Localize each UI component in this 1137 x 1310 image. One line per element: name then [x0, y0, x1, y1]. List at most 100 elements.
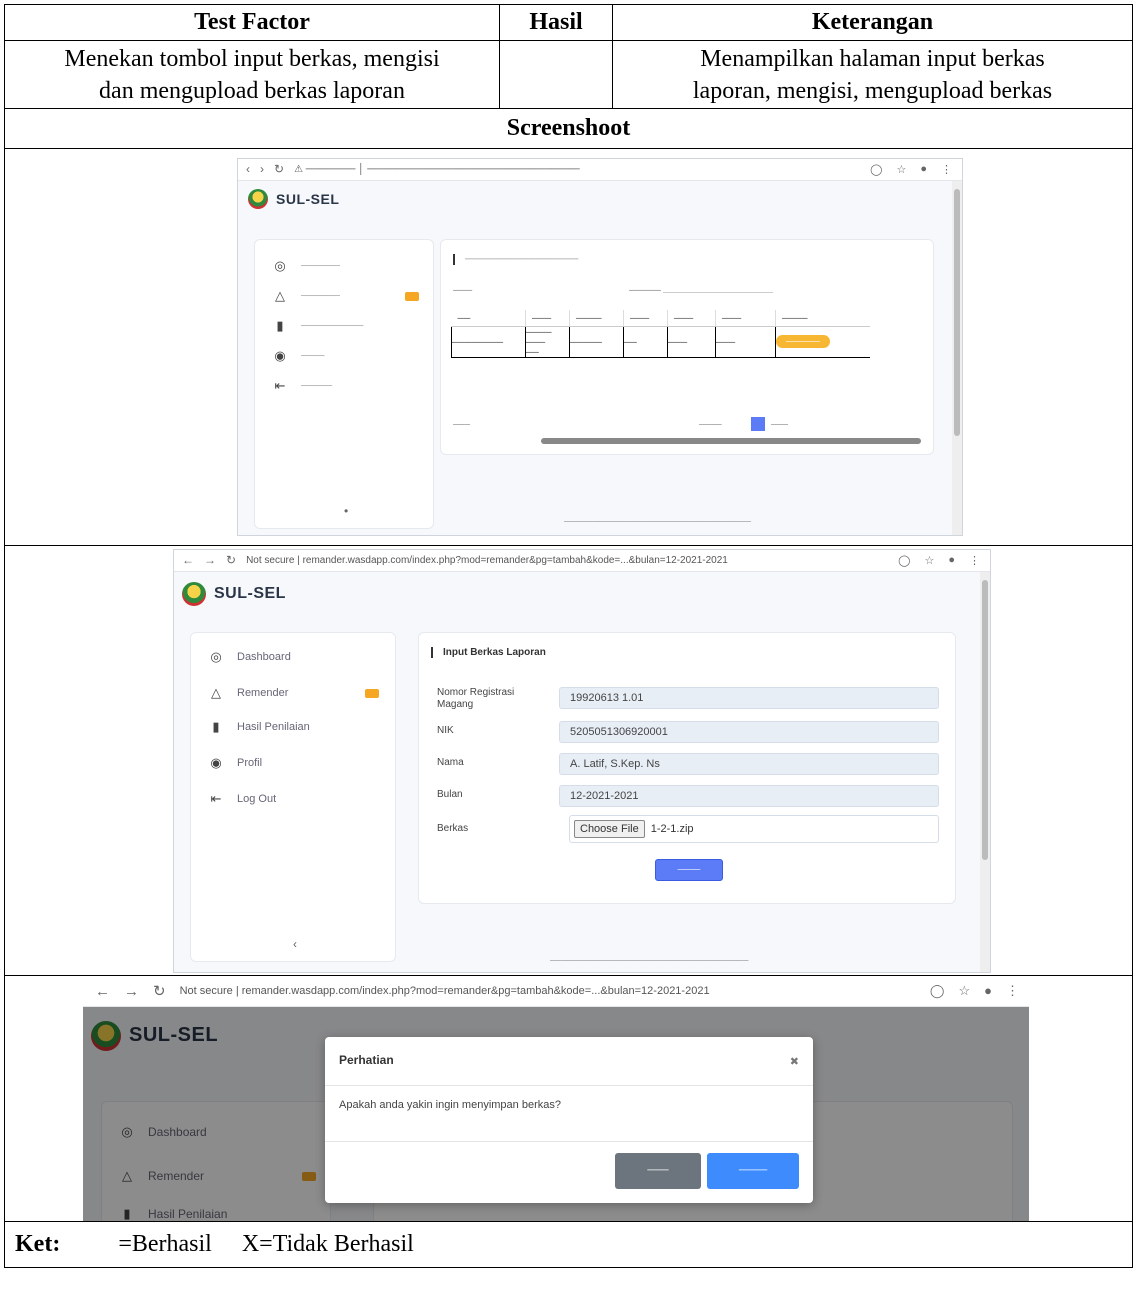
- screenshot-1-row: ‹ › ↻ ⚠ ─────── │ ──────────────────────…: [4, 148, 1133, 546]
- back-icon[interactable]: ‹: [246, 162, 250, 176]
- address-bar[interactable]: ⚠ ─────── │ ────────────────────────────…: [294, 164, 580, 175]
- col-tahun[interactable]: ───: [667, 309, 716, 327]
- label-nama: Nama: [437, 756, 464, 768]
- back-icon[interactable]: ←: [182, 553, 194, 567]
- test-row: Menekan tombol input berkas, mengisi dan…: [4, 40, 1133, 109]
- logout-icon: ⇤: [274, 377, 286, 393]
- collapse-icon[interactable]: •: [344, 504, 348, 518]
- sidebar-item-hasil[interactable]: ▮ ────────: [273, 318, 363, 334]
- star-icon[interactable]: ☆: [924, 554, 934, 567]
- forward-icon[interactable]: ›: [260, 162, 264, 176]
- address-bar[interactable]: Not secure | remander.wasdapp.com/index.…: [246, 555, 728, 566]
- sidebar-item-remender[interactable]: △ ─────: [273, 288, 340, 304]
- nama-field[interactable]: A. Latif, S.Kep. Ns: [559, 752, 939, 775]
- brand: SUL-SEL: [248, 188, 340, 209]
- star-icon[interactable]: ☆: [958, 983, 970, 999]
- brand-name: SUL-SEL: [214, 584, 286, 602]
- header-test-factor: Test Factor: [4, 4, 500, 41]
- berhasil-legend: =Berhasil: [118, 1231, 212, 1257]
- vertical-scrollbar[interactable]: [980, 571, 990, 972]
- label-nik: NIK: [437, 724, 454, 736]
- nik-field[interactable]: 5205051306920001: [559, 720, 939, 743]
- col-nik[interactable]: ──: [451, 309, 526, 327]
- menu-icon[interactable]: ⋮: [1006, 983, 1019, 999]
- keterangan-cell: Menampilkan halaman input berkas laporan…: [612, 40, 1133, 109]
- share-icon[interactable]: ◯: [898, 554, 910, 567]
- sidebar-item-logout[interactable]: ⇤ ────: [273, 377, 333, 394]
- notification-badge: [365, 688, 379, 698]
- header-hasil: Hasil: [499, 4, 613, 41]
- sidebar: ◎ Dashboard △ Remender ▮ Hasil Penilaian ◉ P…: [190, 631, 396, 962]
- profile-icon[interactable]: ●: [984, 983, 992, 999]
- logo-icon: [182, 581, 206, 606]
- profile-icon[interactable]: ●: [920, 163, 927, 176]
- confirm-button[interactable]: ────: [707, 1152, 799, 1189]
- legend-cell: Ket: =Berhasil X=Tidak Berhasil: [4, 1221, 1133, 1268]
- vertical-scrollbar[interactable]: [952, 180, 962, 535]
- entries-label: ───: [453, 284, 473, 295]
- table-row: ──────── ──── ─── ── ───── ── ─── ─── ────…: [451, 325, 870, 358]
- page-1-button[interactable]: [751, 416, 765, 431]
- sidebar-item-hasil[interactable]: ▮ Hasil Penilaian: [209, 719, 309, 735]
- sidebar-item-dashboard[interactable]: ◎ ─────: [273, 258, 340, 274]
- reload-icon[interactable]: ↻: [153, 982, 166, 1000]
- keterangan-line1: Menampilkan halaman input berkas: [700, 45, 1045, 72]
- header-row: Test Factor Hasil Keterangan: [4, 4, 1133, 41]
- upload-action-button[interactable]: ──────: [776, 335, 831, 348]
- menu-icon[interactable]: ⋮: [969, 554, 980, 567]
- bell-icon: △: [275, 287, 285, 303]
- forward-icon[interactable]: →: [204, 553, 216, 567]
- logout-icon: ⇤: [210, 790, 222, 806]
- cancel-button[interactable]: ───: [615, 1152, 701, 1189]
- profile-icon[interactable]: ●: [948, 554, 955, 567]
- share-icon[interactable]: ◯: [870, 163, 882, 176]
- screenshot-label: Screenshoot: [4, 108, 1133, 149]
- sidebar-item-dashboard[interactable]: ◎ Dashboard: [209, 649, 291, 665]
- screenshot-2-row: ← → ↻ Not secure | remander.wasdapp.com/…: [4, 545, 1133, 976]
- col-status[interactable]: ───: [715, 309, 776, 327]
- nomor-registrasi-field[interactable]: 19920613 1.01: [559, 686, 939, 709]
- col-nama[interactable]: ───: [525, 309, 570, 327]
- berkas-file-input[interactable]: Choose File 1-2-1.zip: [569, 814, 939, 843]
- star-icon[interactable]: ☆: [896, 163, 906, 176]
- label-berkas: Berkas: [437, 822, 469, 834]
- reminder-table: ── ─── ──── ─── ─── ─── ──── ──────── ──…: [451, 309, 870, 358]
- col-jabatan[interactable]: ────: [569, 309, 624, 327]
- keterangan-line2: laporan, mengisi, mengupload berkas: [692, 77, 1053, 104]
- close-icon[interactable]: ✖: [790, 1055, 799, 1068]
- screenshot-3-row: ← → ↻ Not secure | remander.wasdapp.com/…: [4, 975, 1133, 1222]
- address-bar[interactable]: Not secure | remander.wasdapp.com/index.…: [180, 985, 710, 997]
- sidebar-item-remender[interactable]: △ Remender: [209, 685, 288, 701]
- next-link[interactable]: ───: [771, 420, 788, 429]
- browser-bar: ‹ › ↻ ⚠ ─────── │ ──────────────────────…: [238, 158, 962, 181]
- brand-name: SUL-SEL: [276, 190, 340, 207]
- file-name: 1-2-1.zip: [650, 822, 694, 835]
- back-icon[interactable]: ←: [95, 983, 110, 1000]
- modal-title: Perhatian: [339, 1052, 394, 1067]
- choose-file-button[interactable]: Choose File: [574, 819, 645, 838]
- search-label: ─────: [629, 285, 774, 295]
- menu-icon[interactable]: ⋮: [941, 163, 952, 176]
- sidebar-item-logout[interactable]: ⇤ Log Out: [209, 790, 277, 807]
- share-icon[interactable]: ◯: [930, 983, 945, 999]
- showing-entries: ───: [453, 419, 471, 429]
- test-factor-line2: dan mengupload berkas laporan: [99, 77, 405, 104]
- sidebar-item-profil[interactable]: ◉ Profil: [209, 755, 262, 771]
- tidak-berhasil-legend: X=Tidak Berhasil: [241, 1231, 414, 1257]
- previous-link[interactable]: ────: [699, 420, 722, 429]
- logo-icon: [248, 188, 268, 209]
- label-bulan: Bulan: [437, 788, 463, 800]
- reload-icon[interactable]: ↻: [274, 162, 284, 176]
- forward-icon[interactable]: →: [124, 983, 139, 1000]
- bulan-field[interactable]: 12-2021-2021: [559, 784, 939, 807]
- card-title: Input Berkas Laporan: [431, 646, 546, 658]
- col-bulan[interactable]: ───: [623, 309, 668, 327]
- dashboard-icon: ◎: [210, 648, 222, 664]
- simpan-button[interactable]: ────: [655, 858, 723, 881]
- col-aksi[interactable]: ────: [775, 309, 870, 327]
- horizontal-scrollbar[interactable]: [541, 437, 921, 444]
- sidebar-item-profil[interactable]: ◉ ───: [273, 348, 324, 364]
- reload-icon[interactable]: ↻: [226, 553, 236, 567]
- sidebar: ◎ ───── △ ───── ▮ ──────── ◉ ─── ⇤ ──── •: [254, 238, 434, 529]
- collapse-icon[interactable]: ‹: [293, 937, 297, 951]
